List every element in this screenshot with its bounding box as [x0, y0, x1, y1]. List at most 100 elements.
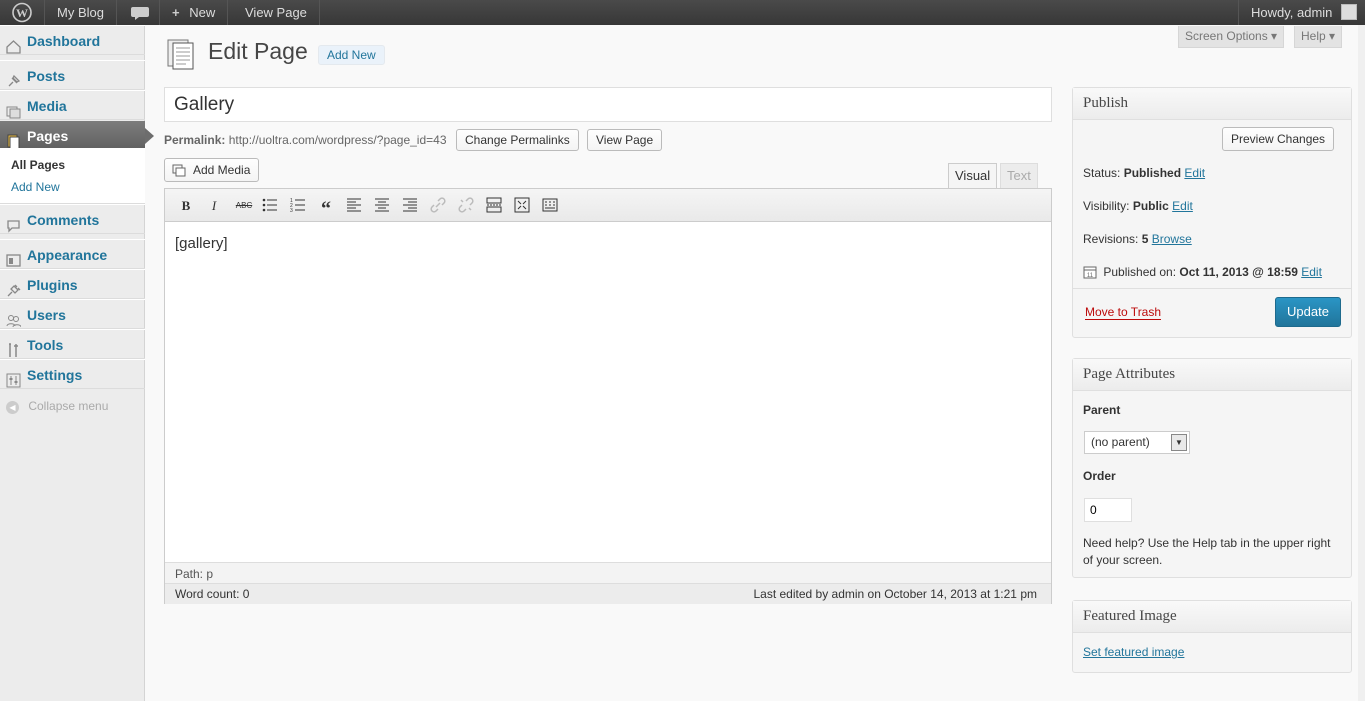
menu-label: Settings: [27, 367, 83, 383]
menu-settings[interactable]: Settings: [0, 359, 145, 389]
submenu-add-new[interactable]: Add New: [11, 180, 60, 194]
settings-icon: [6, 368, 21, 388]
menu-label: Comments: [27, 212, 100, 228]
menu-plugins[interactable]: Plugins: [0, 269, 145, 299]
tab-visual[interactable]: Visual: [948, 163, 998, 189]
collapse-arrow-icon: ◀: [6, 401, 19, 414]
browse-revisions-link[interactable]: Browse: [1152, 232, 1192, 246]
align-center-icon[interactable]: [373, 197, 391, 215]
media-icon: [6, 99, 21, 119]
strikethrough-icon[interactable]: ABC: [233, 197, 255, 215]
editor-content[interactable]: [gallery]: [175, 235, 228, 252]
visibility-row: Visibility: Public Edit: [1083, 199, 1193, 213]
published-on-value: Oct 11, 2013 @ 18:59: [1179, 265, 1298, 279]
view-page-link[interactable]: View Page: [233, 0, 320, 25]
align-left-icon[interactable]: [345, 197, 363, 215]
page-attributes-box: Page Attributes Parent (no parent) ▼ Ord…: [1072, 358, 1352, 578]
kitchen-sink-icon[interactable]: [541, 197, 559, 215]
parent-select[interactable]: (no parent) ▼: [1084, 431, 1190, 454]
editor-path: Path: p: [165, 562, 1051, 584]
status-value: Published: [1123, 166, 1182, 180]
move-to-trash-link[interactable]: Move to Trash: [1085, 305, 1162, 320]
site-name-link[interactable]: My Blog: [45, 0, 117, 25]
menu-label: Media: [27, 98, 67, 114]
page-scrollbar[interactable]: [1358, 25, 1365, 701]
menu-users[interactable]: Users: [0, 299, 145, 329]
menu-appearance[interactable]: Appearance: [0, 239, 145, 269]
editor-toolbar: B I ABC 123 “: [165, 189, 1051, 222]
menu-media[interactable]: Media: [0, 90, 145, 120]
plugin-icon: [6, 278, 21, 297]
menu-label: Posts: [27, 68, 66, 84]
permalink-url[interactable]: http://uoltra.com/wordpress/?page_id=43: [229, 133, 447, 147]
parent-select-value: (no parent): [1091, 435, 1150, 449]
help-button[interactable]: Help ▾: [1294, 26, 1343, 48]
add-media-icon: [172, 163, 187, 185]
add-new-button[interactable]: Add New: [318, 45, 385, 65]
menu-label: Appearance: [27, 247, 108, 263]
howdy-label: Howdy, admin: [1251, 5, 1333, 20]
edit-status-link[interactable]: Edit: [1184, 166, 1205, 180]
insert-link-icon[interactable]: [429, 197, 447, 215]
preview-changes-button[interactable]: Preview Changes: [1222, 127, 1335, 151]
published-on-row: 11 Published on: Oct 11, 2013 @ 18:59 Ed…: [1083, 265, 1322, 282]
editor-status-bar: Word count: 0 Last edited by admin on Oc…: [165, 583, 1051, 604]
svg-text:3: 3: [290, 208, 293, 213]
chevron-down-icon: ▼: [1171, 434, 1187, 451]
align-right-icon[interactable]: [401, 197, 419, 215]
pin-icon: [6, 69, 21, 87]
add-media-button[interactable]: Add Media: [164, 158, 260, 185]
page-attributes-title: Page Attributes: [1073, 359, 1351, 391]
appearance-icon: [6, 248, 21, 267]
blockquote-icon[interactable]: “: [317, 197, 335, 220]
menu-label: Users: [27, 307, 66, 323]
publish-actions-divider: [1073, 288, 1351, 289]
order-input[interactable]: [1084, 498, 1132, 522]
wordpress-logo-icon[interactable]: W: [0, 0, 45, 25]
view-page-button[interactable]: View Page: [587, 129, 663, 151]
italic-icon[interactable]: I: [205, 197, 223, 215]
unlink-icon[interactable]: [457, 197, 475, 215]
bullet-list-icon[interactable]: [261, 197, 279, 215]
screen-options-button[interactable]: Screen Options ▾: [1178, 26, 1285, 48]
set-featured-image-link[interactable]: Set featured image: [1083, 645, 1184, 659]
menu-pages[interactable]: Pages: [0, 121, 154, 151]
menu-label: Pages: [27, 128, 69, 144]
bold-icon[interactable]: B: [177, 197, 195, 215]
menu-label: Dashboard: [27, 33, 101, 49]
comments-icon: [6, 213, 21, 233]
featured-image-title: Featured Image: [1073, 601, 1351, 633]
tools-icon: [6, 338, 21, 357]
edit-date-link[interactable]: Edit: [1301, 265, 1322, 279]
read-more-icon[interactable]: [485, 197, 503, 215]
help-text-line-1: Need help? Use the Help tab in the upper…: [1083, 536, 1331, 550]
menu-posts[interactable]: Posts: [0, 60, 145, 90]
edit-visibility-link[interactable]: Edit: [1172, 199, 1193, 213]
permalink-row: Permalink: http://uoltra.com/wordpress/?…: [164, 133, 447, 147]
status-row: Status: Published Edit: [1083, 166, 1205, 180]
numbered-list-icon[interactable]: 123: [289, 197, 307, 215]
permalink-label: Permalink:: [164, 133, 226, 147]
add-media-label: Add Media: [193, 163, 251, 177]
pages-title-icon: [166, 38, 198, 73]
publish-title: Publish: [1073, 88, 1351, 120]
menu-label: Plugins: [27, 277, 78, 293]
collapse-menu-button[interactable]: ◀ Collapse menu: [6, 399, 108, 414]
revisions-row: Revisions: 5 Browse: [1083, 232, 1192, 246]
update-button[interactable]: Update: [1275, 297, 1341, 327]
tab-text[interactable]: Text: [1000, 163, 1038, 189]
pages-submenu: All Pages Add New: [0, 148, 145, 204]
menu-dashboard[interactable]: Dashboard: [0, 25, 145, 55]
submenu-all-pages[interactable]: All Pages: [11, 158, 65, 172]
menu-tools[interactable]: Tools: [0, 329, 145, 359]
new-content-menu[interactable]: + New: [160, 0, 229, 25]
help-text-line-2: of your screen.: [1083, 553, 1163, 567]
my-account-menu[interactable]: Howdy, admin: [1238, 0, 1365, 25]
publish-box: Publish Preview Changes Status: Publishe…: [1072, 87, 1352, 338]
fullscreen-icon[interactable]: [513, 197, 531, 215]
admin-bar: W My Blog + New View Page Howdy, admin: [0, 0, 1365, 25]
post-title-input[interactable]: [164, 87, 1052, 122]
change-permalinks-button[interactable]: Change Permalinks: [456, 129, 579, 151]
menu-comments[interactable]: Comments: [0, 204, 145, 234]
comments-bubble-icon[interactable]: [120, 0, 160, 25]
